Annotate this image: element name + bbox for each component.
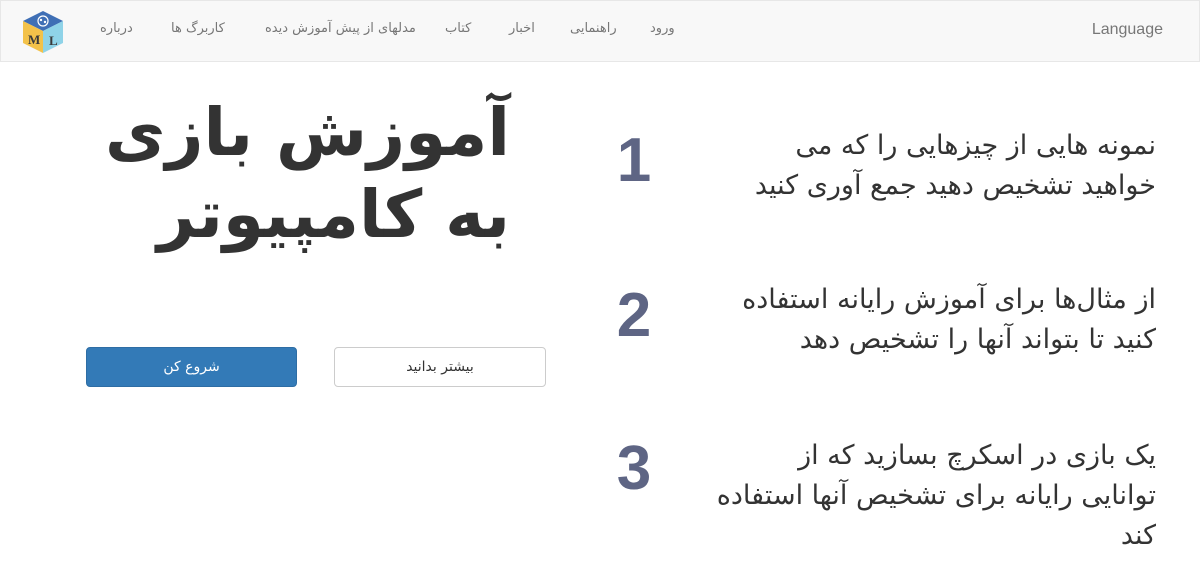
nav-item-news[interactable]: اخبار (509, 21, 535, 36)
language-menu[interactable]: Language (1092, 21, 1163, 39)
step-number-2: 2 (616, 281, 652, 350)
nav-item-pretrained-models[interactable]: مدلهای از پیش آموزش دیده (265, 21, 416, 36)
learn-more-button[interactable]: بیشتر بدانید (334, 347, 546, 387)
page-title: آموزش بازی به کامپیوتر (105, 94, 510, 253)
step-number-1: 1 (616, 126, 652, 195)
nav-item-help[interactable]: راهنمایی (570, 21, 617, 36)
step-text-1: نمونه هایی از چیزهایی را که می خواهید تش… (754, 130, 1156, 201)
logo-letter-m: M (28, 32, 40, 47)
top-navbar: M L درباره کاربرگ ها مدلهای از پیش آموزش… (0, 0, 1200, 62)
nav-item-worksheets[interactable]: کاربرگ ها (171, 21, 225, 36)
nav-item-login[interactable]: ورود (650, 21, 675, 36)
nav-item-about[interactable]: درباره (100, 21, 133, 36)
logo-letter-l: L (49, 33, 58, 48)
start-button[interactable]: شروع کن (86, 347, 297, 387)
nav-item-book[interactable]: کتاب (445, 21, 471, 36)
step-text-3: یک بازی در اسکرچ بسازید که از توانایی را… (716, 440, 1156, 551)
step-number-3: 3 (616, 434, 652, 503)
step-text-2: از مثال‌ها برای آموزش رایانه استفاده کنی… (742, 284, 1156, 355)
ml-logo-icon[interactable]: M L (21, 9, 65, 55)
